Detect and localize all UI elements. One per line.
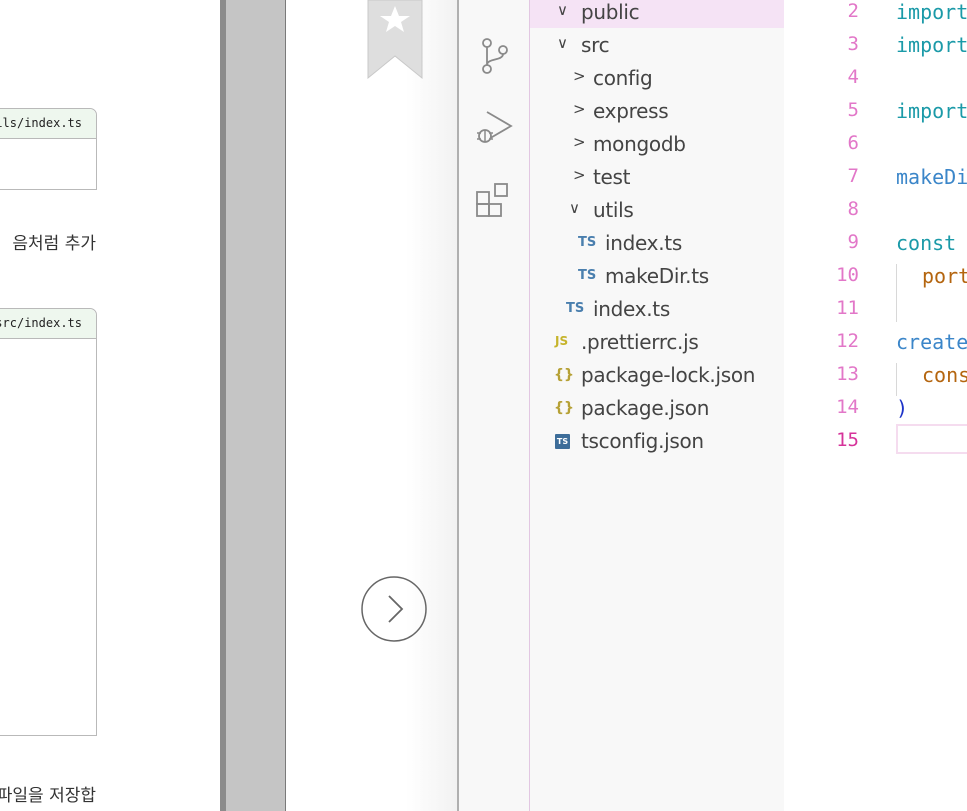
tree-item-label: makeDir.ts [605, 264, 709, 288]
chevron-right-icon: > [573, 100, 586, 118]
book-text-line: 파일을 저장합 [0, 786, 96, 806]
line-number: 7 [847, 165, 859, 187]
line-number: 3 [847, 33, 859, 55]
reader-panel [286, 0, 457, 811]
code-line: import [896, 33, 967, 57]
typescript-file-icon: TS [566, 301, 585, 316]
line-number: 6 [847, 132, 859, 154]
tree-folder-mongodb[interactable]: > mongodb [530, 127, 784, 160]
tree-item-label: src [581, 33, 610, 57]
chevron-right-icon: > [573, 133, 586, 151]
line-number: 13 [836, 363, 859, 385]
code-line: ) [896, 396, 909, 420]
chevron-right-icon: > [573, 67, 586, 85]
json-file-icon: {} [554, 367, 574, 383]
code-line: create [896, 330, 967, 354]
line-number: 14 [836, 396, 859, 418]
tree-folder-public[interactable]: ∨ public [530, 0, 784, 28]
bookmark-star-icon [367, 0, 423, 80]
code-editor-pane[interactable]: 2 3 4 5 6 7 8 9 10 11 12 13 14 15 import… [784, 0, 967, 811]
tree-file-prettierrc[interactable]: JS .prettierrc.js [530, 325, 784, 358]
tree-file-tsconfig[interactable]: TS tsconfig.json [530, 424, 784, 457]
indent-guide [896, 363, 897, 396]
tree-item-label: index.ts [605, 231, 682, 255]
tree-item-label: .prettierrc.js [581, 330, 699, 354]
tree-item-label: index.ts [593, 297, 670, 321]
tree-folder-src[interactable]: ∨ src [530, 28, 784, 61]
tree-item-label: express [593, 99, 669, 123]
tree-item-label: public [581, 0, 640, 24]
tree-folder-test[interactable]: > test [530, 160, 784, 193]
tree-item-label: utils [593, 198, 634, 222]
indent-guide [896, 264, 897, 322]
line-number: 4 [847, 66, 859, 88]
code-line: import [896, 99, 967, 123]
json-file-icon: {} [554, 400, 574, 416]
code-editor-window: ∨ public ∨ src > config > express > mong… [457, 0, 967, 811]
source-control-icon[interactable] [473, 36, 513, 76]
typescript-file-icon: TS [578, 235, 597, 250]
code-line: const [896, 231, 967, 255]
line-number: 9 [847, 231, 859, 253]
code-listing-filename: ils/index.ts [0, 116, 82, 130]
line-number: 8 [847, 198, 859, 220]
chevron-down-icon: ∨ [557, 1, 568, 19]
tree-item-label: tsconfig.json [581, 429, 704, 453]
activity-bar [459, 0, 530, 811]
javascript-file-icon: JS [555, 334, 569, 348]
page-edge [226, 0, 286, 811]
chevron-down-icon: ∨ [569, 199, 580, 217]
line-number: 5 [847, 99, 859, 121]
tree-folder-config[interactable]: > config [530, 61, 784, 94]
extensions-icon[interactable] [473, 180, 513, 220]
tree-file-utils-index-ts[interactable]: TS index.ts [530, 226, 784, 259]
code-listing-box: ils/index.ts [0, 108, 97, 190]
chevron-down-icon: ∨ [557, 34, 568, 52]
code-listing-filename: src/index.ts [0, 316, 82, 330]
tree-item-label: config [593, 66, 653, 90]
code-listing-header: src/index.ts [0, 309, 96, 339]
next-page-button[interactable] [360, 575, 428, 643]
line-number-gutter: 2 3 4 5 6 7 8 9 10 11 12 13 14 15 [784, 0, 859, 811]
book-page: ils/index.ts 음처럼 추가 src/index.ts 파일을 저장합 [0, 0, 220, 811]
line-number-active: 15 [836, 429, 859, 451]
search-icon[interactable] [473, 0, 513, 20]
file-explorer: ∨ public ∨ src > config > express > mong… [530, 0, 784, 811]
bookmark-button[interactable] [365, 0, 425, 82]
tree-file-makedir-ts[interactable]: TS makeDir.ts [530, 259, 784, 292]
code-line: cons [922, 363, 967, 387]
chevron-right-icon [361, 576, 427, 642]
code-line: port [922, 264, 967, 288]
tree-file-package-json[interactable]: {} package.json [530, 391, 784, 424]
code-listing-box: src/index.ts [0, 308, 97, 736]
tree-item-label: package.json [581, 396, 710, 420]
code-line: import [896, 0, 967, 24]
tsconfig-file-icon: TS [555, 434, 570, 449]
line-number: 11 [836, 297, 859, 319]
line-number: 2 [847, 0, 859, 22]
book-text-line: 음처럼 추가 [12, 234, 96, 254]
tree-file-package-lock[interactable]: {} package-lock.json [530, 358, 784, 391]
tree-file-src-index-ts[interactable]: TS index.ts [530, 292, 784, 325]
tree-item-label: mongodb [593, 132, 686, 156]
run-debug-icon[interactable] [473, 106, 513, 146]
tree-folder-express[interactable]: > express [530, 94, 784, 127]
tree-item-label: package-lock.json [581, 363, 756, 387]
typescript-file-icon: TS [578, 268, 597, 283]
tree-folder-utils[interactable]: ∨ utils [530, 193, 784, 226]
tree-item-label: test [593, 165, 631, 189]
line-number: 10 [836, 264, 859, 286]
chevron-right-icon: > [573, 166, 586, 184]
line-number: 12 [836, 330, 859, 352]
code-listing-header: ils/index.ts [0, 109, 96, 139]
current-line-highlight [896, 424, 967, 454]
code-line: makeDi [896, 165, 967, 189]
